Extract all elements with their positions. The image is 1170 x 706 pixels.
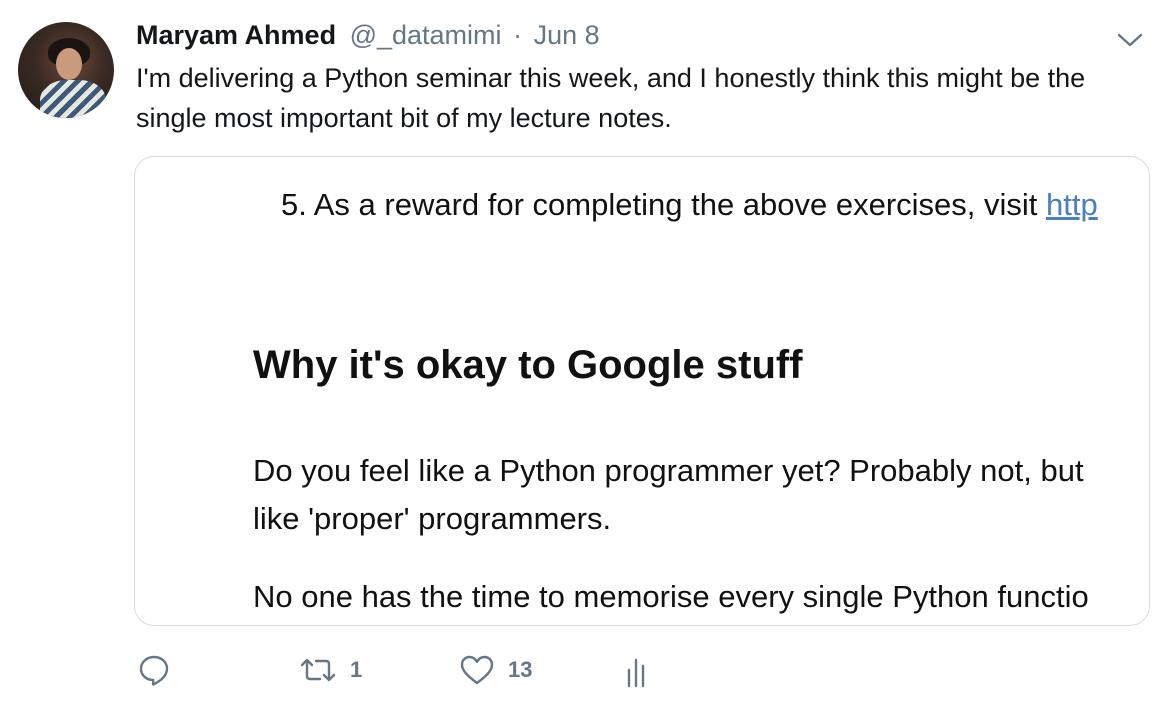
card-paragraph-1-line-1: Do you feel like a Python programmer yet…: [253, 453, 1084, 488]
reply-button[interactable]: [136, 650, 172, 690]
tweet: Maryam Ahmed @_datamimi · Jun 8 I'm deli…: [0, 0, 1170, 706]
card-list-item: 5. As a reward for completing the above …: [281, 187, 1098, 223]
card-paragraph-2: No one has the time to memorise every si…: [253, 579, 1089, 614]
chevron-down-icon[interactable]: [1114, 28, 1146, 52]
heart-icon: [458, 652, 496, 688]
tweet-actions: 1 13: [136, 650, 696, 690]
retweet-button[interactable]: 1: [298, 650, 362, 690]
card-heading: Why it's okay to Google stuff: [253, 343, 803, 387]
like-button[interactable]: 13: [458, 650, 532, 690]
like-count: 13: [508, 657, 533, 682]
retweet-icon: [298, 652, 338, 688]
reply-icon: [136, 652, 172, 688]
separator: ·: [513, 20, 523, 50]
retweet-count: 1: [350, 657, 363, 682]
avatar[interactable]: [18, 22, 114, 118]
card-paragraph-1: Do you feel like a Python programmer yet…: [253, 447, 1084, 543]
card-link: http: [1046, 187, 1098, 222]
author-name[interactable]: Maryam Ahmed: [136, 20, 336, 50]
analytics-button[interactable]: [624, 650, 652, 690]
analytics-icon: [624, 652, 652, 688]
card-paragraph-1-line-2: like 'proper' programmers.: [253, 501, 612, 536]
image-card[interactable]: 5. As a reward for completing the above …: [134, 156, 1150, 626]
card-list-item-text: 5. As a reward for completing the above …: [281, 187, 1047, 222]
tweet-header: Maryam Ahmed @_datamimi · Jun 8: [136, 18, 600, 52]
author-handle[interactable]: @_datamimi: [350, 20, 502, 50]
tweet-text: I'm delivering a Python seminar this wee…: [136, 63, 1086, 133]
tweet-date[interactable]: Jun 8: [534, 20, 600, 50]
